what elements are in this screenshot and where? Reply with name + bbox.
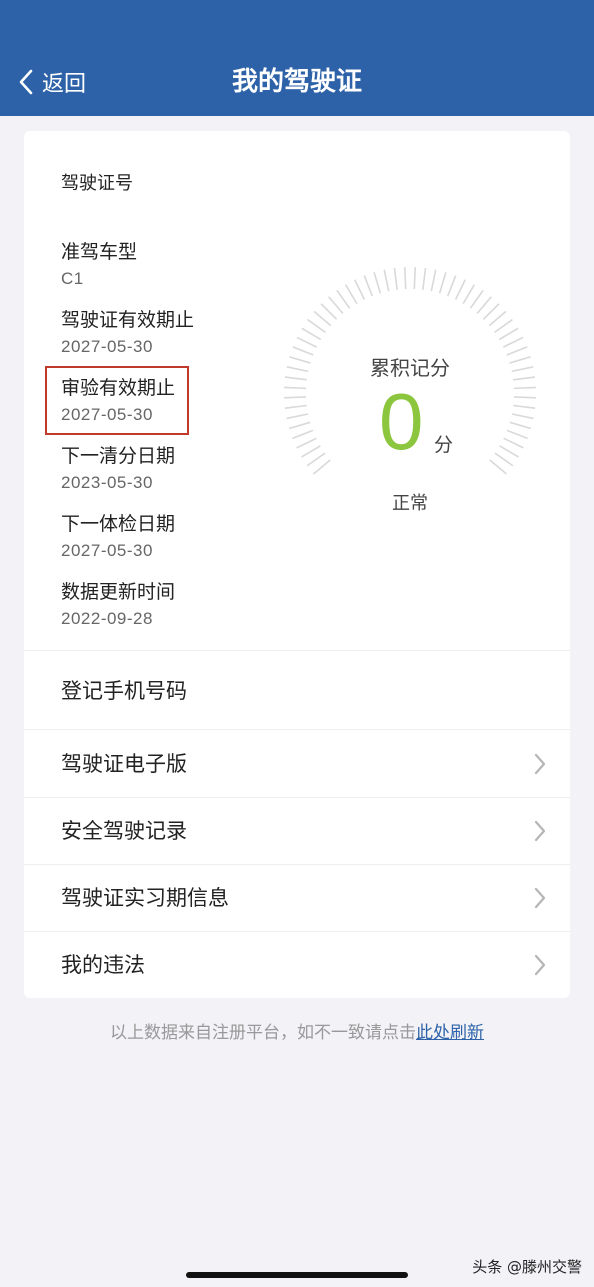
license-card: 驾驶证号 准驾车型 C1 驾驶证有效期止 2027-05-30 审验有效期止 2… xyxy=(24,131,570,998)
dial-tick xyxy=(404,267,407,290)
menu-item-safe-driving-record[interactable]: 安全驾驶记录 xyxy=(24,798,570,864)
dial-tick xyxy=(454,279,466,300)
dial-tick xyxy=(513,386,536,390)
chevron-right-icon xyxy=(534,954,546,976)
dial-tick xyxy=(509,421,532,430)
menu-item-label: 驾驶证电子版 xyxy=(61,752,187,776)
dial-tick xyxy=(313,310,332,327)
refresh-link[interactable]: 此处刷新 xyxy=(416,1023,484,1043)
dial-tick xyxy=(422,267,427,290)
dial-tick xyxy=(430,269,437,292)
menu-item-label: 驾驶证实习期信息 xyxy=(61,886,229,910)
menu-item-probation-info[interactable]: 驾驶证实习期信息 xyxy=(24,865,570,931)
dial-tick xyxy=(284,396,307,399)
field-label-vehicle-class: 准驾车型 xyxy=(61,241,138,263)
field-value-license-expiry: 2027-05-30 xyxy=(61,337,153,356)
dial-tick xyxy=(489,459,508,475)
divider xyxy=(24,729,570,730)
field-value-next-clear-date: 2023-05-30 xyxy=(61,473,153,492)
menu-item-label: 登记手机号码 xyxy=(61,679,187,703)
watermark: 头条 @滕州交警 xyxy=(472,1258,582,1276)
data-source-note: 以上数据来自注册平台，如不一致请点击此处刷新 xyxy=(0,1018,594,1043)
dial-tick xyxy=(446,275,457,297)
field-label-next-checkup-date: 下一体检日期 xyxy=(61,513,176,535)
dial-tick xyxy=(354,279,366,300)
menu-item-register-phone[interactable]: 登记手机号码 xyxy=(24,658,570,724)
dial-tick xyxy=(307,318,326,334)
dial-tick xyxy=(292,429,314,440)
dial-tick xyxy=(301,445,321,458)
footnote-text: 以上数据来自注册平台，如不一致请点击 xyxy=(110,1023,416,1043)
home-indicator xyxy=(186,1272,408,1278)
dial-tick xyxy=(503,437,524,449)
score-value: 0 xyxy=(379,377,424,466)
dial-tick xyxy=(513,404,536,409)
dial-tick xyxy=(438,271,447,294)
dial-tick xyxy=(373,271,382,294)
dial-tick xyxy=(296,437,317,449)
page-title: 我的驾驶证 xyxy=(231,67,362,97)
chevron-right-icon xyxy=(534,887,546,909)
field-value-vehicle-class: C1 xyxy=(61,269,84,288)
divider xyxy=(24,650,570,651)
dial-tick xyxy=(284,404,307,409)
highlight-box xyxy=(45,366,189,435)
dial-tick xyxy=(284,386,307,390)
menu-item-my-violations[interactable]: 我的违法 xyxy=(24,932,570,998)
dial-tick xyxy=(296,336,318,348)
dial-tick xyxy=(288,421,311,430)
license-number-label: 驾驶证号 xyxy=(61,173,133,194)
dial-tick xyxy=(286,413,309,420)
chevron-right-icon xyxy=(534,820,546,842)
dial-tick xyxy=(511,413,534,420)
dial-tick xyxy=(469,289,484,309)
menu-item-label: 我的违法 xyxy=(61,953,145,977)
dial-tick xyxy=(393,267,398,290)
dial-tick xyxy=(344,284,358,305)
dial-tick xyxy=(506,429,528,440)
dial-tick xyxy=(336,289,351,309)
dial-tick xyxy=(488,310,507,327)
dial-tick xyxy=(413,267,416,290)
dial-tick xyxy=(320,303,338,320)
menu-item-label: 安全驾驶记录 xyxy=(61,819,187,843)
dial-tick xyxy=(482,303,500,320)
dial-tick xyxy=(494,318,513,334)
chevron-right-icon xyxy=(534,753,546,775)
score-status: 正常 xyxy=(392,493,428,514)
field-value-data-update-time: 2022-09-28 xyxy=(61,609,153,628)
dial-tick xyxy=(312,459,331,475)
field-label-data-update-time: 数据更新时间 xyxy=(61,581,176,603)
dial-tick xyxy=(476,296,492,315)
dial-tick xyxy=(383,269,390,292)
dial-tick xyxy=(328,296,344,315)
top-bar: 返回 我的驾驶证 xyxy=(0,0,594,116)
dial-tick xyxy=(306,452,326,467)
dial-tick xyxy=(301,327,322,341)
menu-item-e-license[interactable]: 驾驶证电子版 xyxy=(24,731,570,797)
dial-tick xyxy=(462,284,476,305)
field-label-license-expiry: 驾驶证有效期止 xyxy=(61,309,195,331)
field-label-next-clear-date: 下一清分日期 xyxy=(61,445,176,467)
dial-tick xyxy=(502,336,524,348)
score-unit: 分 xyxy=(434,434,454,456)
dial-tick xyxy=(499,445,519,458)
dial-tick xyxy=(494,452,514,467)
dial-tick xyxy=(513,396,536,399)
dial-tick xyxy=(498,327,519,341)
dial-tick xyxy=(363,275,374,297)
field-value-next-checkup-date: 2027-05-30 xyxy=(61,541,153,560)
